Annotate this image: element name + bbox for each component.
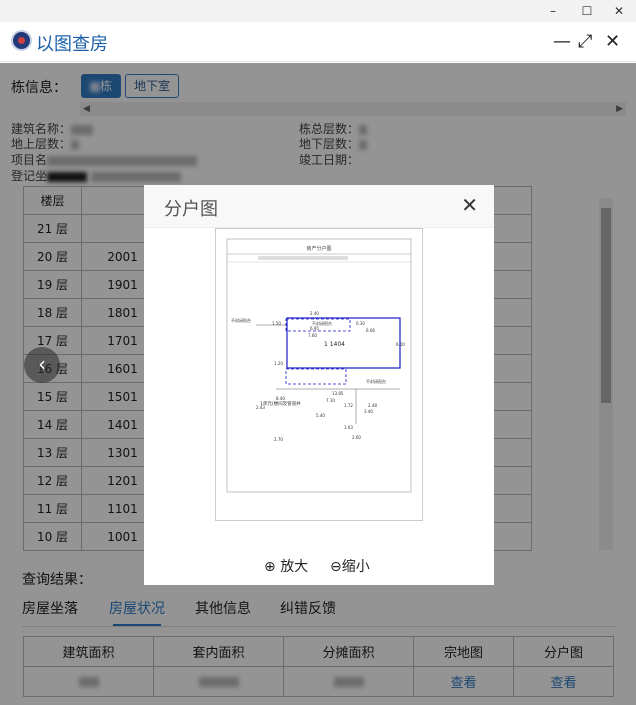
- svg-text:不封闭阳台: 不封闭阳台: [231, 317, 251, 323]
- window-titlebar: – ☐ ✕: [0, 0, 636, 22]
- svg-text:8.40: 8.40: [276, 396, 285, 401]
- svg-text:1.03: 1.03: [344, 425, 353, 430]
- window-maximize-button[interactable]: ☐: [578, 2, 596, 20]
- unit-plan-dialog: 分户图 ✕ 房产分户图 1 1404 1单元(楼间及管道井 不封闭阳台 不封闭阳…: [144, 185, 494, 585]
- zoom-in-button[interactable]: ⊕ 放大: [264, 556, 308, 576]
- app-minimize-button[interactable]: —: [553, 32, 571, 52]
- svg-text:1.50: 1.50: [272, 321, 281, 326]
- window-close-button[interactable]: ✕: [610, 2, 628, 20]
- svg-text:2.70: 2.70: [274, 437, 283, 442]
- svg-text:5.40: 5.40: [316, 413, 325, 418]
- floor-plan-drawing: 房产分户图 1 1404 1单元(楼间及管道井 不封闭阳台 不封闭阳台 不封闭阳…: [226, 238, 412, 493]
- svg-text:2.43: 2.43: [256, 405, 265, 410]
- app-logo-icon: [11, 30, 32, 51]
- svg-text:房产分户图: 房产分户图: [306, 245, 331, 252]
- svg-text:13.85: 13.85: [332, 391, 344, 396]
- unit-floor-plan-image[interactable]: 房产分户图 1 1404 1单元(楼间及管道井 不封闭阳台 不封闭阳台 不封闭阳…: [215, 228, 423, 521]
- zoom-in-icon: ⊕: [264, 559, 276, 575]
- svg-text:不封闭阳台: 不封闭阳台: [366, 378, 386, 384]
- svg-text:1单元(楼间及管道井: 1单元(楼间及管道井: [260, 400, 301, 407]
- svg-text:3.40: 3.40: [364, 409, 373, 414]
- app-header: 以图查房 — ⤢ ✕: [0, 22, 636, 62]
- dialog-title: 分户图: [164, 199, 218, 220]
- svg-text:1.20: 1.20: [274, 361, 283, 366]
- svg-text:6.06: 6.06: [366, 328, 375, 333]
- svg-text:2.60: 2.60: [352, 435, 361, 440]
- svg-text:2.48: 2.48: [368, 403, 377, 408]
- dialog-close-button[interactable]: ✕: [461, 195, 478, 215]
- zoom-out-icon: ⊖: [330, 559, 342, 575]
- svg-text:7.10: 7.10: [326, 398, 335, 403]
- app-restore-button[interactable]: ⤢: [578, 32, 592, 52]
- svg-text:1 1404: 1 1404: [324, 341, 345, 348]
- zoom-out-button[interactable]: ⊖缩小: [330, 556, 370, 576]
- app-close-button[interactable]: ✕: [605, 32, 620, 52]
- svg-text:6.95: 6.95: [310, 326, 319, 331]
- chevron-left-icon: ‹: [38, 352, 46, 376]
- svg-text:7.60: 7.60: [308, 333, 317, 338]
- svg-text:2.40: 2.40: [310, 311, 319, 316]
- dialog-header: 分户图 ✕: [144, 185, 494, 228]
- svg-text:0.30: 0.30: [356, 321, 365, 326]
- window-minimize-button[interactable]: –: [544, 2, 562, 20]
- prev-image-button[interactable]: ‹: [24, 347, 60, 383]
- svg-text:6.00: 6.00: [396, 342, 405, 347]
- app-title: 以图查房: [36, 34, 108, 55]
- svg-text:1.72: 1.72: [344, 403, 353, 408]
